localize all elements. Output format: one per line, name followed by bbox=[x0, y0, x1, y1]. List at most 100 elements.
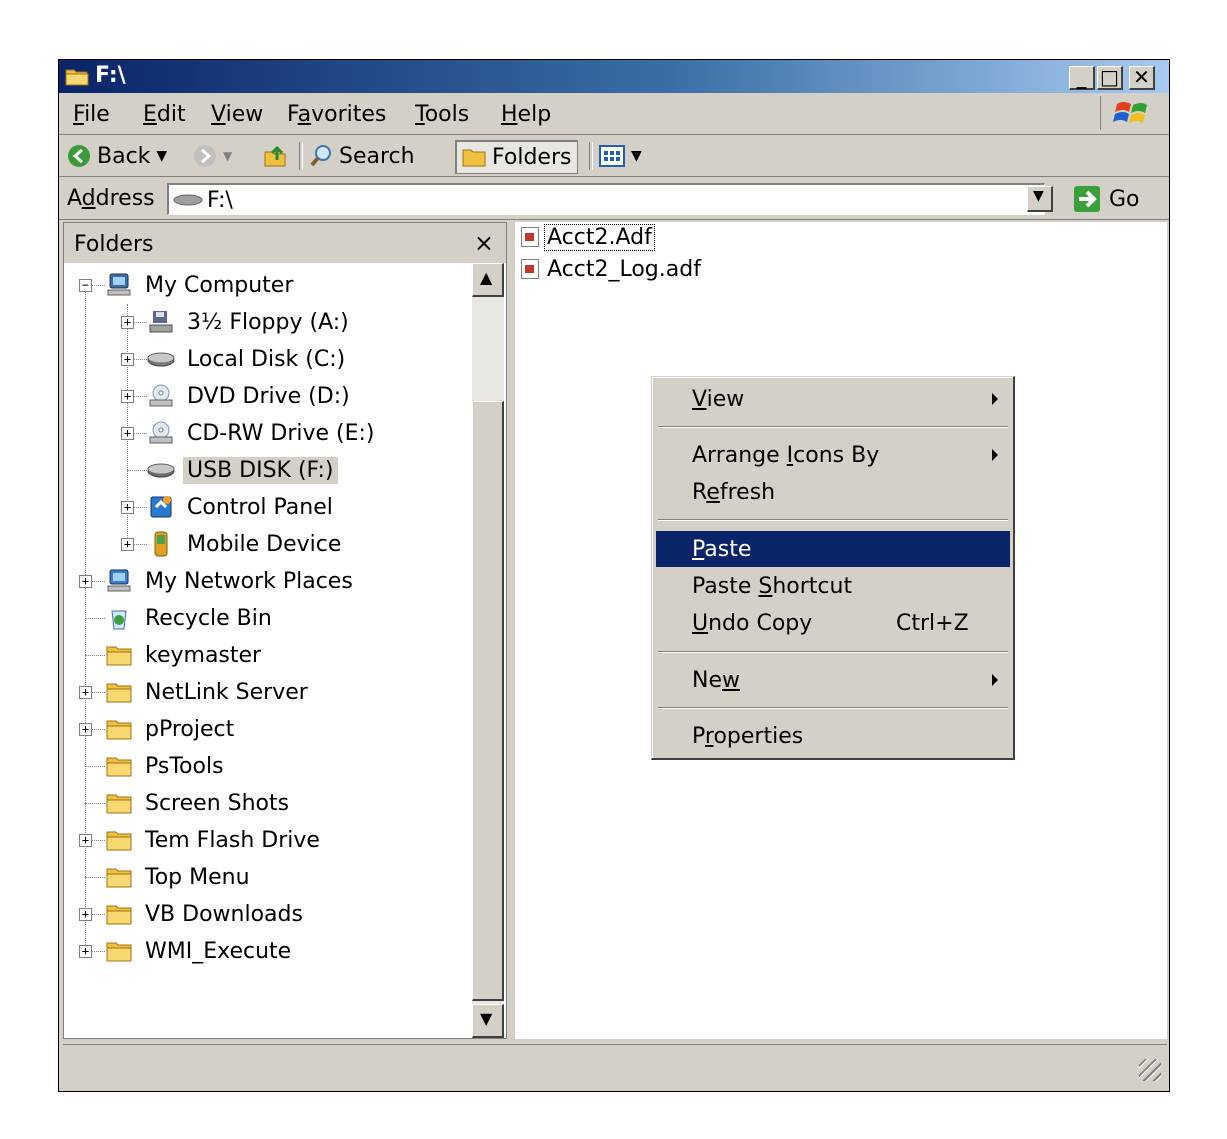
context-menu-arrange-icons-by[interactable]: Arrange Icons By bbox=[656, 437, 1010, 473]
tree-node[interactable]: Control Panel bbox=[147, 490, 337, 524]
chevron-down-icon: ▼ bbox=[223, 149, 233, 163]
title-bar[interactable]: F:\ _ □ ✕ bbox=[59, 60, 1169, 93]
up-folder-button[interactable] bbox=[263, 140, 287, 172]
back-button[interactable]: Back ▼ bbox=[67, 140, 167, 172]
folder-icon bbox=[462, 149, 486, 167]
usb-disk-icon bbox=[173, 194, 203, 206]
file-name: Acct2.Adf bbox=[544, 223, 655, 251]
folder-icon bbox=[106, 794, 132, 814]
menu-help[interactable]: Help bbox=[501, 102, 551, 127]
tree-node[interactable]: DVD Drive (D:) bbox=[147, 379, 354, 413]
expand-icon[interactable]: + bbox=[79, 686, 92, 699]
floppy-icon bbox=[149, 311, 173, 333]
folder-icon bbox=[106, 942, 132, 962]
folders-pane-close-button[interactable]: × bbox=[474, 229, 494, 257]
tree-node-label: Tem Flash Drive bbox=[145, 827, 320, 853]
tree-node[interactable]: Top Menu bbox=[105, 860, 254, 894]
expand-icon[interactable]: + bbox=[79, 945, 92, 958]
address-dropdown-button[interactable]: ▼ bbox=[1027, 186, 1053, 212]
tree-node[interactable]: pProject bbox=[105, 712, 238, 746]
views-button[interactable]: ▼ bbox=[599, 140, 642, 172]
chevron-down-icon: ▼ bbox=[156, 148, 168, 164]
menu-tools[interactable]: Tools bbox=[415, 102, 469, 127]
submenu-arrow-icon bbox=[992, 393, 998, 405]
tree-node-label: Top Menu bbox=[145, 864, 250, 890]
close-button[interactable]: ✕ bbox=[1129, 66, 1155, 90]
scroll-up-button[interactable]: ▲ bbox=[472, 263, 504, 297]
tree-node[interactable]: 3½ Floppy (A:) bbox=[147, 305, 353, 339]
address-label: Address bbox=[67, 186, 155, 211]
toolbar-separator bbox=[589, 142, 593, 170]
search-button[interactable]: Search bbox=[309, 140, 415, 172]
expand-icon[interactable]: + bbox=[79, 575, 92, 588]
dvd-drive-icon bbox=[149, 384, 173, 407]
tree-node-label: Recycle Bin bbox=[145, 605, 272, 631]
folders-scrollbar[interactable]: ▲ ▼ bbox=[472, 263, 504, 1038]
tree-line bbox=[85, 877, 105, 878]
menu-view[interactable]: View bbox=[211, 102, 263, 127]
folder-icon bbox=[106, 831, 132, 851]
tree-node[interactable]: Mobile Device bbox=[147, 527, 345, 561]
context-menu-view[interactable]: View bbox=[656, 381, 1010, 417]
expand-icon[interactable]: + bbox=[121, 501, 134, 514]
menu-favorites[interactable]: Favorites bbox=[287, 102, 386, 127]
scroll-thumb[interactable] bbox=[472, 401, 504, 1001]
expand-icon[interactable]: + bbox=[79, 723, 92, 736]
go-button[interactable]: Go bbox=[1073, 185, 1140, 213]
go-arrow-icon bbox=[1074, 186, 1100, 212]
tree-node[interactable]: Screen Shots bbox=[105, 786, 293, 820]
context-menu-undo-copy[interactable]: Undo Copy Ctrl+Z bbox=[656, 605, 1010, 641]
expand-icon[interactable]: + bbox=[121, 390, 134, 403]
expand-icon[interactable]: + bbox=[79, 834, 92, 847]
tree-node[interactable]: USB DISK (F:) bbox=[147, 453, 338, 487]
expand-icon[interactable]: + bbox=[121, 316, 134, 329]
expand-icon[interactable]: + bbox=[79, 908, 92, 921]
expand-icon[interactable]: + bbox=[121, 538, 134, 551]
tree-node[interactable]: WMI_Execute bbox=[105, 934, 295, 968]
tree-node[interactable]: PsTools bbox=[105, 749, 228, 783]
file-item[interactable]: Acct2.Adf bbox=[521, 222, 655, 252]
usb-disk-icon bbox=[147, 463, 175, 478]
folder-icon bbox=[106, 646, 132, 666]
tree-node-label: My Network Places bbox=[145, 568, 353, 594]
context-menu-paste-shortcut[interactable]: Paste Shortcut bbox=[656, 568, 1010, 604]
folders-pane-title: Folders bbox=[74, 232, 154, 257]
tree-line bbox=[85, 803, 105, 804]
context-menu-new[interactable]: New bbox=[656, 662, 1010, 698]
mobile-device-icon bbox=[154, 531, 168, 557]
tree-node[interactable]: Local Disk (C:) bbox=[147, 342, 349, 376]
maximize-button[interactable]: □ bbox=[1097, 66, 1123, 90]
tree-node-label: NetLink Server bbox=[145, 679, 308, 705]
collapse-icon[interactable]: − bbox=[79, 279, 92, 292]
menu-file[interactable]: File bbox=[73, 102, 110, 127]
scroll-down-button[interactable]: ▼ bbox=[472, 1004, 504, 1038]
menu-edit[interactable]: Edit bbox=[143, 102, 186, 127]
menu-separator bbox=[658, 426, 1008, 428]
expand-icon[interactable]: + bbox=[121, 353, 134, 366]
expand-icon[interactable]: + bbox=[121, 427, 134, 440]
tree-node[interactable]: My Network Places bbox=[105, 564, 357, 598]
context-menu-refresh[interactable]: Refresh bbox=[656, 474, 1010, 510]
tree-node[interactable]: Tem Flash Drive bbox=[105, 823, 324, 857]
folders-pane-header: Folders × bbox=[64, 223, 506, 263]
tree-node[interactable]: My Computer bbox=[105, 268, 297, 302]
folder-icon bbox=[106, 683, 132, 703]
folders-button[interactable]: Folders bbox=[455, 140, 579, 174]
forward-button[interactable]: ▼ bbox=[193, 140, 232, 172]
tree-node-label: Screen Shots bbox=[145, 790, 290, 816]
context-menu: View Arrange Icons By Refresh Paste Past… bbox=[651, 376, 1015, 760]
tree-node[interactable]: NetLink Server bbox=[105, 675, 312, 709]
tree-node[interactable]: CD-RW Drive (E:) bbox=[147, 416, 379, 450]
context-menu-properties[interactable]: Properties bbox=[656, 718, 1010, 754]
menu-separator bbox=[658, 519, 1008, 521]
toolbar: Back ▼ ▼ Search Folders ▼ bbox=[59, 136, 1169, 177]
minimize-button[interactable]: _ bbox=[1069, 66, 1095, 90]
resize-grip[interactable] bbox=[1139, 1059, 1161, 1081]
tree-node[interactable]: Recycle Bin bbox=[105, 601, 276, 635]
tree-node[interactable]: keymaster bbox=[105, 638, 265, 672]
context-menu-paste[interactable]: Paste bbox=[656, 531, 1010, 567]
address-input[interactable]: F:\ ▼ bbox=[167, 183, 1053, 215]
tree-node[interactable]: VB Downloads bbox=[105, 897, 307, 931]
up-folder-icon bbox=[264, 145, 286, 167]
file-item[interactable]: Acct2_Log.adf bbox=[521, 254, 703, 284]
